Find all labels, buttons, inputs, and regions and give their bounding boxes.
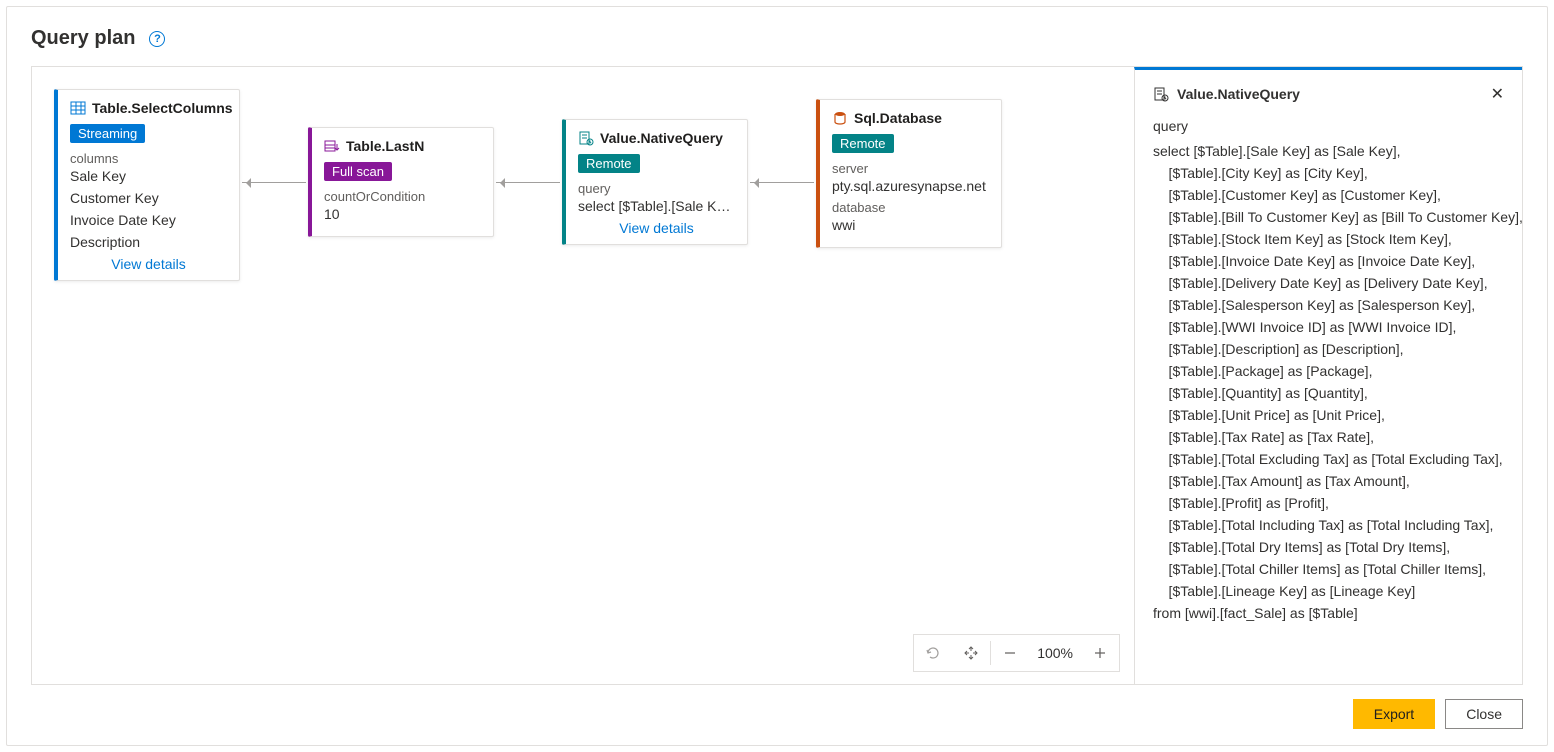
panel-title: Value.NativeQuery: [1177, 86, 1300, 102]
page-title: Query plan: [31, 27, 135, 50]
diagram-canvas[interactable]: Table.SelectColumns Streaming columns Sa…: [32, 67, 1134, 684]
database-icon: [832, 110, 848, 126]
field-value: 10: [324, 206, 481, 222]
arrow: [496, 182, 560, 183]
field-value: Invoice Date Key: [70, 212, 227, 228]
arrow: [750, 182, 814, 183]
remote-badge: Remote: [832, 134, 894, 153]
zoom-level: 100%: [1029, 645, 1081, 661]
table-icon: [70, 100, 86, 116]
zoom-toolbar: 100%: [913, 634, 1120, 672]
details-panel: Value.NativeQuery ✕ query select [$Table…: [1134, 67, 1522, 684]
streaming-badge: Streaming: [70, 124, 145, 143]
sql-text: select [$Table].[Sale Key] as [Sale Key]…: [1153, 140, 1504, 624]
arrow: [242, 182, 306, 183]
node-title: Table.SelectColumns: [92, 100, 233, 116]
view-details-link[interactable]: View details: [578, 220, 735, 236]
field-label: server: [832, 161, 989, 176]
node-sql-database[interactable]: Sql.Database Remote server pty.sql.azure…: [816, 99, 1002, 248]
close-button[interactable]: Close: [1445, 699, 1523, 729]
field-value: select [$Table].[Sale Ke…: [578, 198, 735, 214]
panel-field-label: query: [1153, 118, 1504, 134]
field-label: columns: [70, 151, 227, 166]
main-area: Table.SelectColumns Streaming columns Sa…: [31, 66, 1523, 685]
help-icon[interactable]: ?: [149, 31, 165, 47]
lastn-icon: [324, 138, 340, 154]
field-value: wwi: [832, 217, 989, 233]
nativequery-icon: [1153, 86, 1169, 102]
fullscan-badge: Full scan: [324, 162, 392, 181]
field-value: Sale Key: [70, 168, 227, 184]
node-title: Table.LastN: [346, 138, 424, 154]
field-value: Customer Key: [70, 190, 227, 206]
field-label: countOrCondition: [324, 189, 481, 204]
field-label: database: [832, 200, 989, 215]
field-label: query: [578, 181, 735, 196]
field-value: Description: [70, 234, 227, 250]
node-select-columns[interactable]: Table.SelectColumns Streaming columns Sa…: [54, 89, 240, 281]
dialog-footer: Export Close: [31, 685, 1523, 729]
view-details-link[interactable]: View details: [70, 256, 227, 272]
query-plan-dialog: Query plan ? Table.SelectColumns Streami…: [6, 6, 1548, 746]
fit-view-button[interactable]: [952, 635, 990, 671]
export-button[interactable]: Export: [1353, 699, 1435, 729]
node-title: Sql.Database: [854, 110, 942, 126]
reset-view-button[interactable]: [914, 635, 952, 671]
node-last-n[interactable]: Table.LastN Full scan countOrCondition 1…: [308, 127, 494, 237]
zoom-in-button[interactable]: [1081, 635, 1119, 671]
dialog-header: Query plan ?: [31, 27, 1523, 50]
nativequery-icon: [578, 130, 594, 146]
node-native-query[interactable]: Value.NativeQuery Remote query select [$…: [562, 119, 748, 245]
zoom-out-button[interactable]: [991, 635, 1029, 671]
node-title: Value.NativeQuery: [600, 130, 723, 146]
field-value: pty.sql.azuresynapse.net: [832, 178, 989, 194]
close-panel-button[interactable]: ✕: [1491, 84, 1504, 104]
remote-badge: Remote: [578, 154, 640, 173]
